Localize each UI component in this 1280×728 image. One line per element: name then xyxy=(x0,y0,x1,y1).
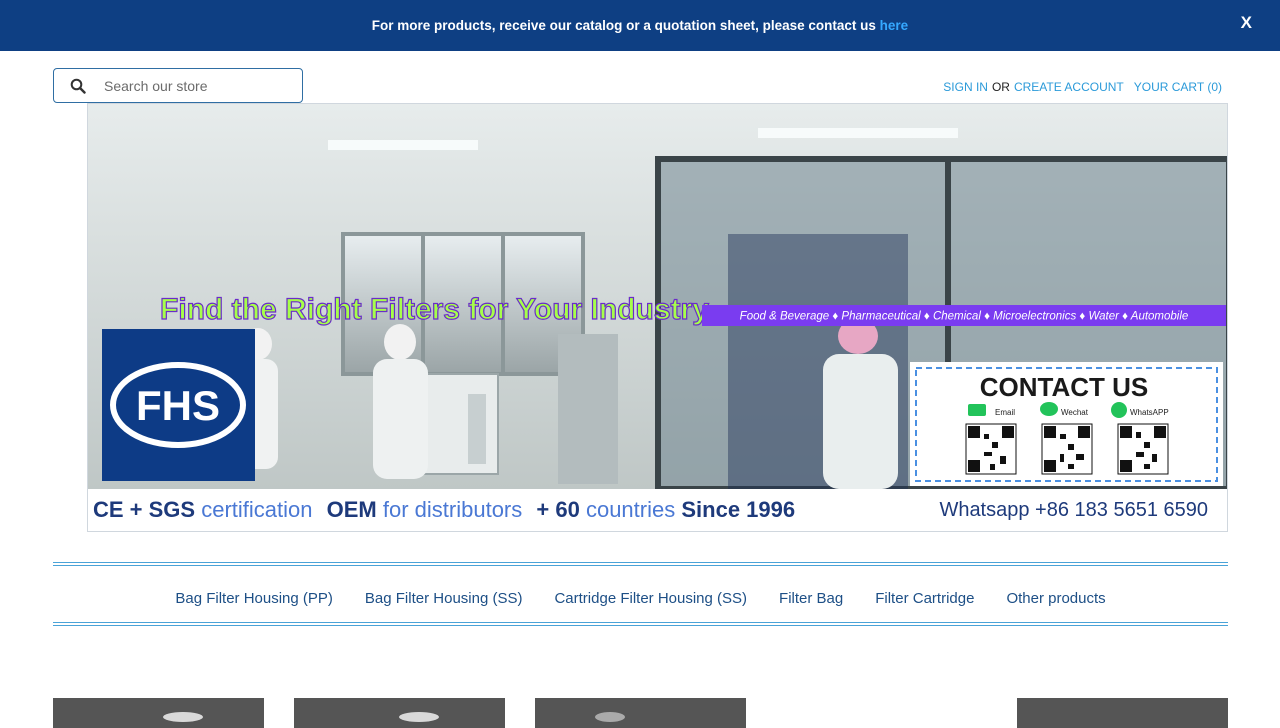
announcement-bar: For more products, receive our catalog o… xyxy=(0,0,1280,51)
product-thumbnail[interactable] xyxy=(294,698,505,728)
announcement-here-link[interactable]: here xyxy=(880,18,909,33)
wechat-icon xyxy=(1040,402,1058,416)
cart-link[interactable]: YOUR CART (0) xyxy=(1134,80,1222,94)
nav-item-bag-filter-housing-pp[interactable]: Bag Filter Housing (PP) xyxy=(159,590,349,607)
main-nav: Bag Filter Housing (PP) Bag Filter Housi… xyxy=(53,580,1228,616)
hero-banner[interactable]: Find the Right Filters for Your Industry… xyxy=(87,103,1228,532)
announcement-text: For more products, receive our catalog o… xyxy=(371,18,880,33)
qr-code-whatsapp xyxy=(1117,423,1169,475)
hero-whatsapp-number: Whatsapp +86 183 5651 6590 xyxy=(939,499,1208,521)
contact-title: CONTACT US xyxy=(980,372,1149,402)
product-thumbnail[interactable] xyxy=(535,698,746,728)
qr-code-email xyxy=(965,423,1017,475)
nav-top-border xyxy=(53,562,1228,563)
fhs-logo-text: FHS xyxy=(136,382,220,429)
contact-email-label: Email xyxy=(995,408,1015,417)
nav-item-other-products[interactable]: Other products xyxy=(990,590,1121,607)
contact-whatsapp-label: WhatsAPP xyxy=(1130,408,1169,417)
hero-headline: Find the Right Filters for Your Industry… xyxy=(160,293,715,326)
nav-item-bag-filter-housing-ss[interactable]: Bag Filter Housing (SS) xyxy=(349,590,539,607)
hero-industries: Food & Beverage ♦ Pharmaceutical ♦ Chemi… xyxy=(740,311,1189,323)
nav-item-filter-bag[interactable]: Filter Bag xyxy=(763,590,859,607)
nav-item-cartridge-filter-housing-ss[interactable]: Cartridge Filter Housing (SS) xyxy=(538,590,763,607)
search-input[interactable] xyxy=(104,69,294,102)
hero-image: Find the Right Filters for Your Industry… xyxy=(88,104,1227,531)
contact-wechat-label: Wechat xyxy=(1061,408,1089,417)
nav-bottom-border xyxy=(53,622,1228,623)
search-box xyxy=(53,68,303,103)
search-icon[interactable] xyxy=(70,78,86,94)
announcement-message: For more products, receive our catalog o… xyxy=(0,0,1280,51)
account-links: SIGN IN OR CREATE ACCOUNT YOUR CART (0) xyxy=(943,80,1222,94)
product-thumbnail[interactable] xyxy=(53,698,264,728)
or-separator: OR xyxy=(991,80,1010,94)
nav-bottom-border-inner xyxy=(53,625,1228,626)
hero-footer-text: CE + SGS certification OEM for distribut… xyxy=(93,497,795,522)
nav-item-filter-cartridge[interactable]: Filter Cartridge xyxy=(859,590,990,607)
whatsapp-icon xyxy=(1111,402,1127,418)
product-thumbnail[interactable] xyxy=(1017,698,1228,728)
create-account-link[interactable]: CREATE ACCOUNT xyxy=(1014,80,1124,94)
sign-in-link[interactable]: SIGN IN xyxy=(943,80,988,94)
nav-top-border-inner xyxy=(53,565,1228,566)
announcement-close-button[interactable]: X xyxy=(1241,13,1252,33)
email-icon xyxy=(968,404,986,416)
qr-code-wechat xyxy=(1041,423,1093,475)
